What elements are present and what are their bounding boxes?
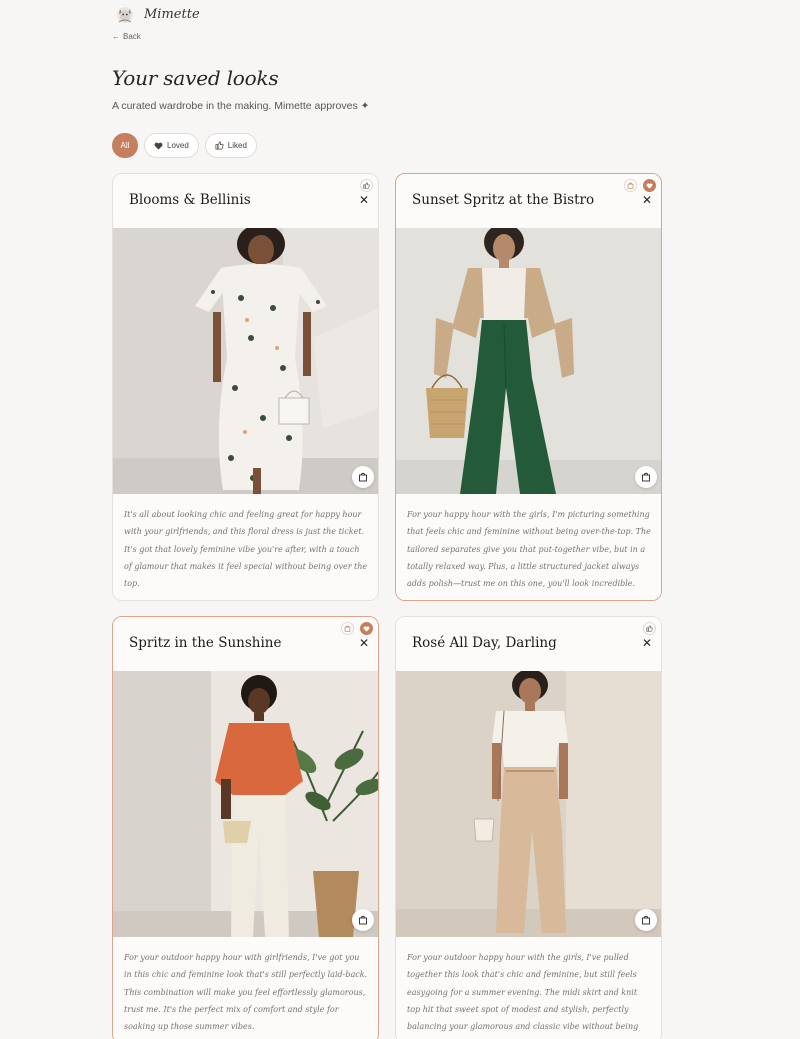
card-header: Rosé All Day, Darling ✕ — [396, 617, 661, 671]
card-header: Blooms & Bellinis ✕ — [113, 174, 378, 228]
arrow-left-icon: ← — [112, 32, 120, 41]
thumbs-up-icon — [646, 625, 653, 632]
shopping-bag-icon — [642, 472, 650, 482]
loved-badge[interactable] — [643, 179, 656, 192]
look-title: Spritz in the Sunshine — [129, 635, 282, 651]
look-card[interactable]: Rosé All Day, Darling ✕ For your outdoor… — [395, 616, 662, 1039]
remove-look-button[interactable]: ✕ — [358, 637, 370, 649]
outfit-image — [113, 671, 378, 937]
liked-badge[interactable] — [360, 179, 373, 192]
look-card[interactable]: Blooms & Bellinis ✕ It's all about looki… — [112, 173, 379, 601]
thumbs-up-icon — [215, 141, 224, 150]
look-photo[interactable] — [113, 228, 378, 494]
card-badges — [643, 622, 656, 635]
shop-button[interactable] — [635, 909, 657, 931]
look-title: Sunset Spritz at the Bistro — [412, 192, 595, 208]
filter-liked-label: Liked — [227, 141, 247, 150]
card-header: Sunset Spritz at the Bistro ✕ — [396, 174, 661, 228]
remove-look-button[interactable]: ✕ — [641, 194, 653, 206]
remove-look-button[interactable]: ✕ — [358, 194, 370, 206]
brand-name: Mimette — [144, 6, 200, 22]
look-description: It's all about looking chic and feeling … — [113, 494, 378, 600]
back-link[interactable]: ← Back — [112, 32, 141, 41]
page-title: Your saved looks — [112, 66, 279, 90]
shopping-bag-icon — [359, 472, 367, 482]
brand[interactable]: Mimette — [114, 3, 200, 25]
card-badges — [341, 622, 373, 635]
liked-badge[interactable] — [643, 622, 656, 635]
filter-all-chip[interactable]: All — [112, 133, 138, 158]
shop-button[interactable] — [352, 466, 374, 488]
page-subtitle: A curated wardrobe in the making. Mimett… — [112, 100, 370, 112]
back-label: Back — [123, 32, 141, 41]
shop-button[interactable] — [352, 909, 374, 931]
look-title: Rosé All Day, Darling — [412, 635, 557, 651]
look-title: Blooms & Bellinis — [129, 192, 251, 208]
outfit-image — [113, 228, 378, 494]
filter-loved-label: Loved — [167, 141, 189, 150]
card-header: Spritz in the Sunshine ✕ — [113, 617, 378, 671]
look-photo[interactable] — [396, 228, 661, 494]
filter-all-label: All — [120, 141, 130, 150]
card-badges — [624, 179, 656, 192]
shopping-bag-icon — [642, 915, 650, 925]
look-card[interactable]: Spritz in the Sunshine ✕ For your outdoo… — [112, 616, 379, 1039]
look-description: For your outdoor happy hour with the gir… — [396, 937, 661, 1039]
filter-chips: All Loved Liked — [112, 133, 257, 158]
cat-logo-icon — [117, 7, 133, 23]
heart-icon — [646, 182, 653, 189]
filter-loved-chip[interactable]: Loved — [144, 133, 199, 158]
shopping-bag-icon — [359, 915, 367, 925]
look-photo[interactable] — [396, 671, 661, 937]
outfit-image — [396, 671, 661, 937]
look-card[interactable]: Sunset Spritz at the Bistro ✕ For your h… — [395, 173, 662, 601]
heart-icon — [363, 625, 370, 632]
loved-badge[interactable] — [360, 622, 373, 635]
remove-look-button[interactable]: ✕ — [641, 637, 653, 649]
outfit-image — [396, 228, 661, 494]
filter-liked-chip[interactable]: Liked — [204, 133, 257, 158]
card-badges — [360, 179, 373, 192]
look-photo[interactable] — [113, 671, 378, 937]
thumbs-up-icon — [363, 182, 370, 189]
heart-icon — [154, 142, 163, 150]
look-description: For your outdoor happy hour with girlfri… — [113, 937, 378, 1039]
shopping-bag-icon — [627, 182, 634, 189]
shopping-bag-icon — [344, 625, 351, 632]
look-description: For your happy hour with the girls, I'm … — [396, 494, 661, 600]
shopping-bag-badge[interactable] — [624, 179, 637, 192]
shopping-bag-badge[interactable] — [341, 622, 354, 635]
shop-button[interactable] — [635, 466, 657, 488]
